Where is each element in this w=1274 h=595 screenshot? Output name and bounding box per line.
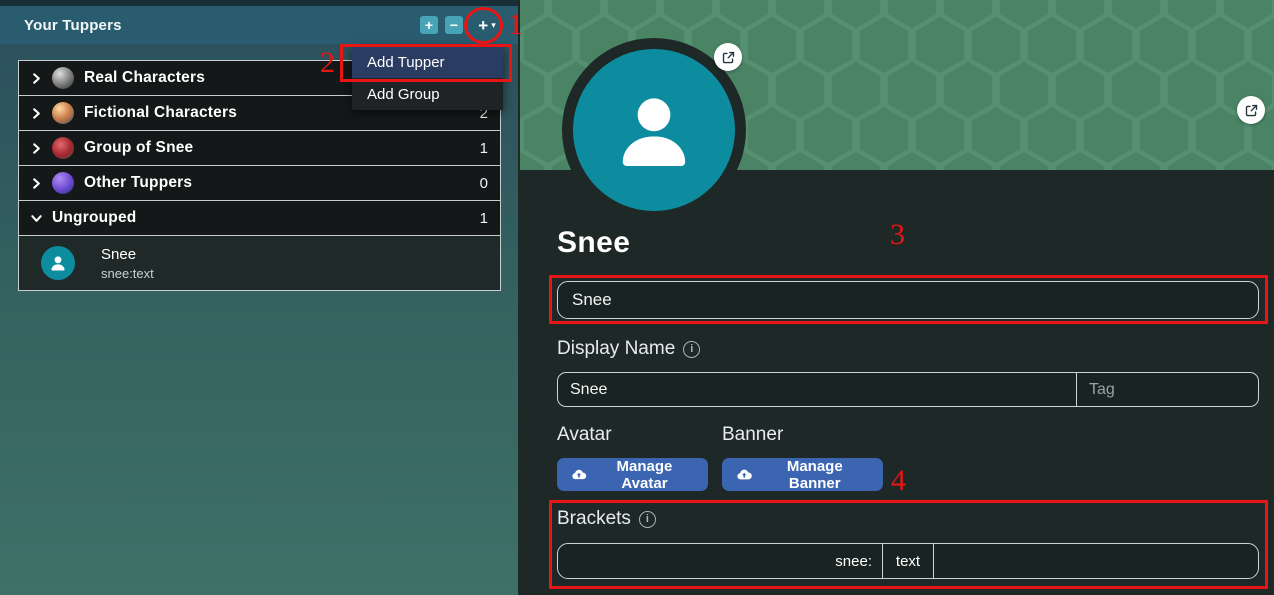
plus-icon: +: [478, 17, 488, 34]
tupper-item-texts: Snee snee:text: [101, 246, 154, 281]
group-avatar: [52, 67, 74, 89]
group-label: Fictional Characters: [84, 104, 237, 122]
group-avatar: [52, 102, 74, 124]
group-label: Group of Snee: [84, 139, 193, 157]
info-icon[interactable]: i: [683, 341, 700, 358]
panel-title: Your Tuppers: [24, 17, 122, 34]
person-icon: [48, 253, 68, 273]
bracket-text-token: text: [882, 544, 934, 578]
tupper-brackets: snee:text: [101, 266, 154, 281]
tupper-list-header: Your Tuppers + − + ▾: [0, 0, 518, 44]
chevron-right-icon: [29, 141, 43, 155]
manage-banner-button[interactable]: Manage Banner: [722, 458, 883, 491]
manage-avatar-button[interactable]: Manage Avatar: [557, 458, 708, 491]
menu-item-add-tupper[interactable]: Add Tupper: [352, 46, 503, 78]
open-avatar-button[interactable]: [714, 43, 742, 71]
menu-item-add-group[interactable]: Add Group: [352, 78, 503, 110]
group-count: 1: [480, 210, 488, 227]
brackets-group: text: [557, 543, 1259, 579]
display-name-label: Display Name i: [557, 338, 700, 360]
group-row-other-tuppers[interactable]: Other Tuppers 0: [19, 166, 500, 201]
tupper-list-toolbar: + − + ▾: [420, 11, 504, 39]
person-icon: [606, 82, 702, 178]
chevron-down-icon: [29, 211, 43, 225]
group-label: Real Characters: [84, 69, 205, 87]
tupper-avatar: [41, 246, 75, 280]
collapse-all-button[interactable]: −: [445, 16, 463, 34]
display-name-input[interactable]: [558, 373, 1076, 406]
name-input[interactable]: [557, 281, 1259, 319]
tupper-name-heading: Snee: [557, 226, 630, 260]
external-link-icon: [1244, 103, 1259, 118]
group-count: 0: [480, 175, 488, 192]
display-name-label-text: Display Name: [557, 338, 675, 360]
chevron-right-icon: [29, 71, 43, 85]
group-count: 1: [480, 140, 488, 157]
group-label: Ungrouped: [52, 209, 136, 227]
bracket-prefix-input[interactable]: [558, 544, 882, 578]
banner-label: Banner: [722, 424, 783, 446]
chevron-right-icon: [29, 176, 43, 190]
tag-input[interactable]: [1076, 373, 1258, 406]
avatar-label: Avatar: [557, 424, 612, 446]
group-row-group-of-snee[interactable]: Group of Snee 1: [19, 131, 500, 166]
avatar-label-text: Avatar: [557, 424, 612, 446]
chevron-down-icon: ▾: [491, 21, 496, 30]
external-link-icon: [721, 50, 736, 65]
banner-label-text: Banner: [722, 424, 783, 446]
display-name-tag-group: [557, 372, 1259, 407]
open-banner-button[interactable]: [1237, 96, 1265, 124]
group-avatar: [52, 137, 74, 159]
group-row-ungrouped[interactable]: Ungrouped 1: [19, 201, 500, 236]
brackets-label-text: Brackets: [557, 508, 631, 530]
tupper-list-item-snee[interactable]: Snee snee:text: [19, 236, 500, 291]
tupper-name: Snee: [101, 246, 154, 263]
add-dropdown-menu: Add Tupper Add Group: [352, 46, 503, 110]
cloud-upload-icon: [736, 466, 753, 483]
brackets-label: Brackets i: [557, 508, 656, 530]
chevron-right-icon: [29, 106, 43, 120]
bracket-suffix-input[interactable]: [934, 544, 1258, 578]
info-icon[interactable]: i: [639, 511, 656, 528]
tupper-editor-panel: Snee Display Name i Avatar Banner Manage…: [520, 0, 1274, 595]
manage-avatar-label: Manage Avatar: [595, 458, 694, 492]
group-label: Other Tuppers: [84, 174, 192, 192]
avatar-circle: [573, 49, 735, 211]
group-avatar: [52, 172, 74, 194]
manage-banner-label: Manage Banner: [761, 458, 869, 492]
cloud-upload-icon: [571, 466, 587, 483]
expand-all-button[interactable]: +: [420, 16, 438, 34]
add-menu-button[interactable]: + ▾: [470, 11, 504, 39]
tupperbox-dashboard: Your Tuppers + − + ▾ Real Characters: [0, 0, 1274, 595]
